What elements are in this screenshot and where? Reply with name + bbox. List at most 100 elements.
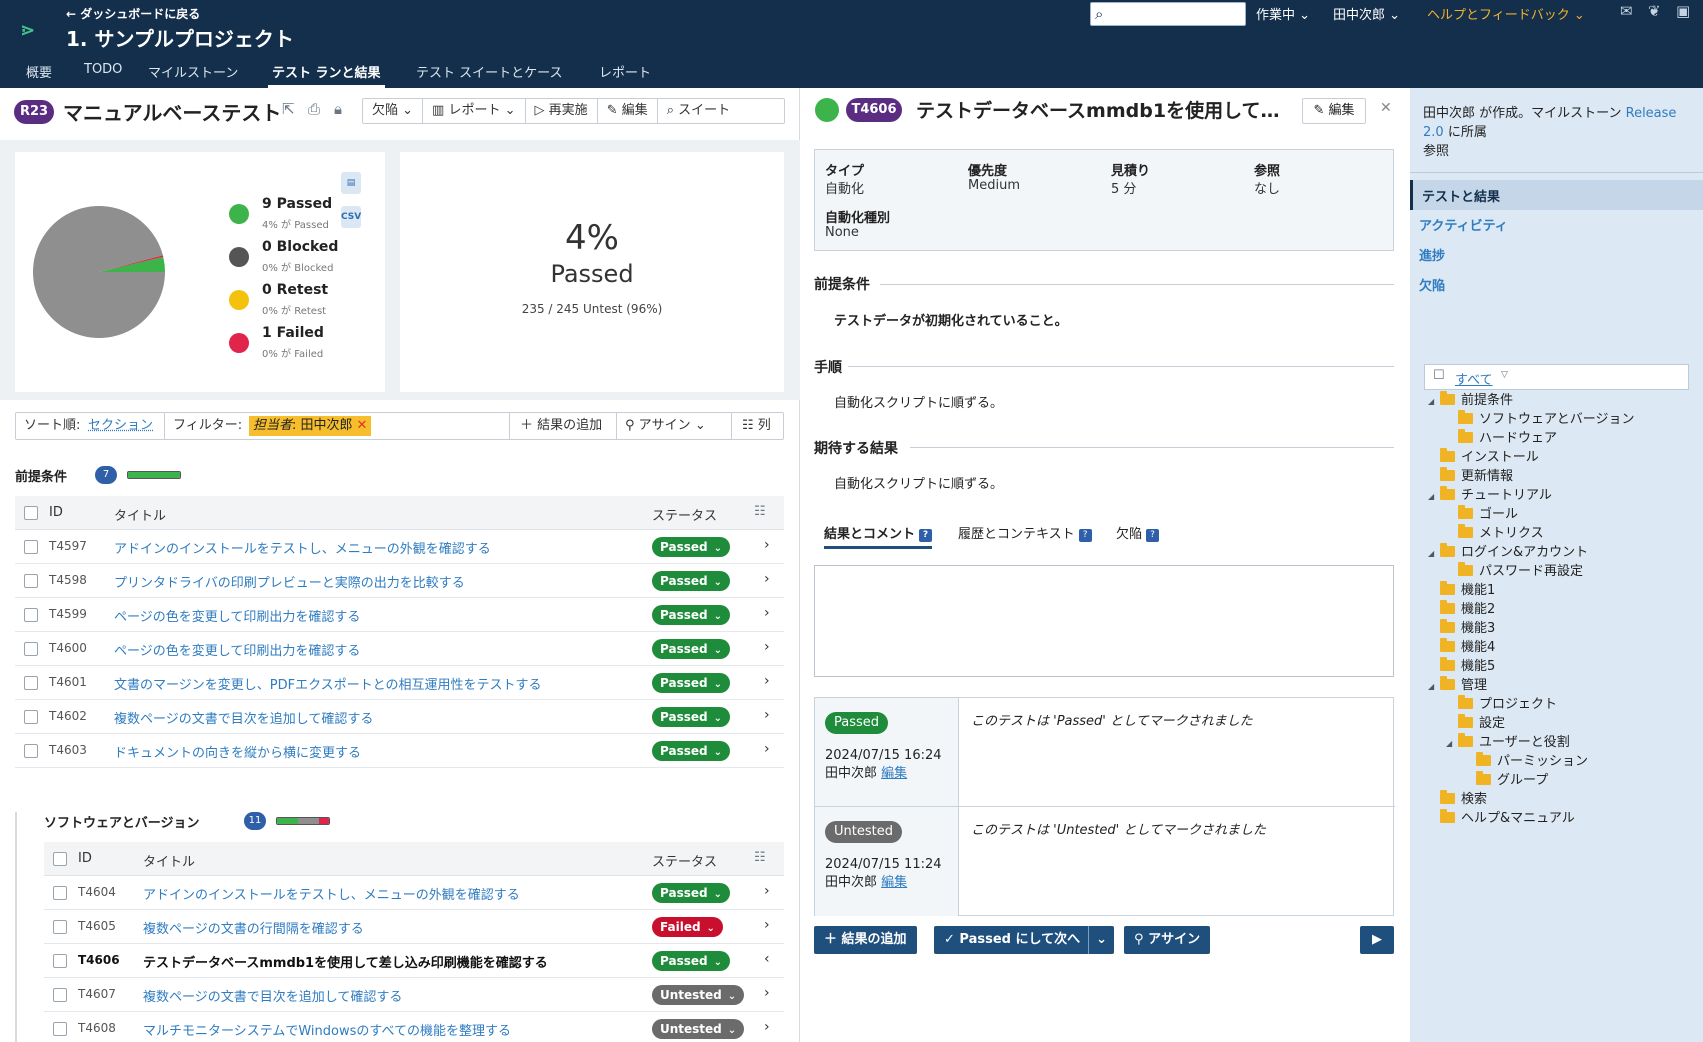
tree-node[interactable]: 更新情報: [1428, 467, 1513, 486]
test-title-link[interactable]: マルチモニターシステムでWindowsのすべての機能を整理する: [143, 1020, 511, 1039]
tab-defects[interactable]: 欠陥?: [1116, 523, 1160, 542]
status-dropdown[interactable]: Passed ⌄: [652, 639, 730, 659]
tree-node[interactable]: ◢ 管理: [1428, 676, 1487, 695]
column-status[interactable]: ステータス: [652, 505, 717, 524]
export-icon[interactable]: ⇱: [282, 100, 295, 118]
feed-icon[interactable]: ▣: [1676, 2, 1690, 20]
app-logo-icon[interactable]: ⋗: [20, 20, 40, 46]
tree-node[interactable]: 機能1: [1428, 581, 1495, 600]
sidebar-nav-progress[interactable]: 進捗: [1419, 245, 1445, 264]
test-title-link[interactable]: ドキュメントの向きを縦から横に変更する: [114, 742, 361, 761]
row-checkbox[interactable]: [24, 540, 38, 554]
row-checkbox[interactable]: [53, 920, 67, 934]
table-row[interactable]: T4597 アドインのインストールをテストし、メニューの外観を確認する Passed…: [15, 530, 784, 564]
collapse-icon[interactable]: ◢: [1428, 544, 1440, 563]
history-edit-link[interactable]: 編集: [881, 766, 907, 781]
select-all-checkbox[interactable]: [53, 852, 67, 866]
table-row[interactable]: T4605 複数ページの文書の行間隔を確認する Failed ⌄ ›: [44, 910, 784, 944]
chevron-right-icon[interactable]: ›: [764, 917, 770, 933]
tree-node[interactable]: ◢ ログイン&アカウント: [1428, 543, 1588, 562]
defects-dropdown[interactable]: 欠陥 ⌄: [363, 99, 424, 123]
status-dropdown[interactable]: Failed ⌄: [652, 917, 723, 937]
collapse-icon[interactable]: ◢: [1428, 487, 1440, 506]
tree-node[interactable]: インストール: [1428, 448, 1539, 467]
status-dropdown[interactable]: Passed ⌄: [652, 707, 730, 727]
tree-node[interactable]: ゴール: [1446, 505, 1518, 524]
sidebar-nav-tests[interactable]: テストと結果: [1422, 186, 1500, 205]
row-checkbox[interactable]: [53, 886, 67, 900]
help-icon[interactable]: ?: [1146, 529, 1160, 542]
tree-node[interactable]: メトリクス: [1446, 524, 1544, 543]
row-checkbox[interactable]: [24, 744, 38, 758]
status-dropdown[interactable]: Passed ⌄: [652, 571, 730, 591]
play-button[interactable]: ▶: [1360, 926, 1394, 954]
status-dropdown[interactable]: Passed ⌄: [652, 951, 730, 971]
row-checkbox[interactable]: [24, 676, 38, 690]
status-dropdown[interactable]: Untested ⌄: [652, 985, 745, 1005]
lock-icon[interactable]: 🔒︎: [334, 100, 342, 118]
edit-run-button[interactable]: ✎ 編集: [598, 99, 658, 123]
collapse-icon[interactable]: ◢: [1428, 392, 1440, 411]
mail-icon[interactable]: ✉: [1620, 2, 1633, 20]
chevron-left-icon[interactable]: ‹: [764, 951, 770, 967]
remove-filter-icon[interactable]: ✕: [357, 418, 368, 433]
tab-test-runs[interactable]: テスト ランと結果: [268, 60, 385, 88]
test-title-link[interactable]: 複数ページの文書で目次を追加して確認する: [114, 708, 373, 727]
tree-node[interactable]: 検索: [1428, 790, 1487, 809]
collapse-icon[interactable]: ◢: [1446, 734, 1458, 753]
tree-node[interactable]: 機能5: [1428, 657, 1495, 676]
table-row[interactable]: T4603 ドキュメントの向きを縦から横に変更する Passed ⌄ ›: [15, 734, 784, 768]
search-input[interactable]: ⌕: [1090, 2, 1246, 26]
sort-value-link[interactable]: セクション: [88, 413, 153, 439]
suite-button[interactable]: ⌕ スイート: [658, 99, 739, 123]
chevron-right-icon[interactable]: ›: [764, 883, 770, 899]
tree-node[interactable]: グループ: [1464, 771, 1548, 790]
table-row[interactable]: T4606 テストデータベースmmdb1を使用して差し込み印刷機能を確認する Pas…: [44, 944, 784, 978]
row-checkbox[interactable]: [24, 642, 38, 656]
status-dropdown[interactable]: Passed ⌄: [652, 741, 730, 761]
print-icon[interactable]: ⎙: [308, 100, 320, 118]
tree-node[interactable]: ◢ 前提条件: [1428, 391, 1513, 410]
chevron-right-icon[interactable]: ›: [764, 537, 770, 553]
chevron-right-icon[interactable]: ›: [764, 741, 770, 757]
chevron-right-icon[interactable]: ›: [764, 639, 770, 655]
help-menu[interactable]: ヘルプとフィードバック ⌄: [1427, 4, 1585, 23]
column-options-icon[interactable]: ☷: [754, 850, 766, 865]
tree-node[interactable]: 機能2: [1428, 600, 1495, 619]
table-row[interactable]: T4598 プリンタドライバの印刷プレビューと実際の出力を比較する Passed ⌄ ›: [15, 564, 784, 598]
test-title-link[interactable]: 複数ページの文書で目次を追加して確認する: [143, 986, 402, 1005]
tree-node[interactable]: ハードウェア: [1446, 429, 1557, 448]
tree-node[interactable]: 機能4: [1428, 638, 1495, 657]
table-row[interactable]: T4602 複数ページの文書で目次を追加して確認する Passed ⌄ ›: [15, 700, 784, 734]
row-checkbox[interactable]: [53, 954, 67, 968]
sidebar-nav-defects[interactable]: 欠陥: [1419, 275, 1445, 294]
sidebar-nav-activity[interactable]: アクティビティ: [1419, 215, 1508, 234]
report-dropdown[interactable]: ▥ レポート ⌄: [423, 99, 526, 123]
row-checkbox[interactable]: [53, 1022, 67, 1036]
row-checkbox[interactable]: [24, 608, 38, 622]
column-status[interactable]: ステータス: [652, 851, 717, 870]
test-title-link[interactable]: 文書のマージンを変更し、PDFエクスポートとの相互運用性をテストする: [114, 674, 542, 693]
chevron-right-icon[interactable]: ›: [764, 571, 770, 587]
tree-node[interactable]: ヘルプ&マニュアル: [1428, 809, 1575, 828]
select-all-checkbox[interactable]: [24, 506, 38, 520]
download-csv-icon[interactable]: CSV: [341, 206, 361, 228]
test-title-link[interactable]: プリンタドライバの印刷プレビューと実際の出力を比較する: [114, 572, 465, 591]
tab-overview[interactable]: 概要: [22, 60, 56, 88]
history-edit-link[interactable]: 編集: [881, 875, 907, 890]
test-title-link[interactable]: アドインのインストールをテストし、メニューの外観を確認する: [114, 538, 491, 557]
chevron-right-icon[interactable]: ›: [764, 1019, 770, 1035]
assign-dropdown[interactable]: ⚲ アサイン ⌄: [616, 413, 706, 439]
tab-milestones[interactable]: マイルストーン: [144, 60, 242, 88]
tree-filter-dropdown-icon[interactable]: ▽: [1501, 370, 1508, 380]
table-row[interactable]: T4607 複数ページの文書で目次を追加して確認する Untested ⌄ ›: [44, 978, 784, 1012]
column-title[interactable]: タイトル: [143, 851, 195, 870]
tab-todo[interactable]: TODO: [80, 60, 126, 88]
tree-filter[interactable]: ☐ すべて ▽: [1424, 364, 1689, 390]
table-row[interactable]: T4601 文書のマージンを変更し、PDFエクスポートとの相互運用性をテストする P…: [15, 666, 784, 700]
test-title-link[interactable]: ページの色を変更して印刷出力を確認する: [114, 606, 360, 625]
edit-test-button[interactable]: ✎ 編集: [1302, 98, 1366, 124]
rerun-button[interactable]: ▷ 再実施: [526, 99, 598, 123]
test-title-link[interactable]: テストデータベースmmdb1を使用して差し込み印刷機能を確認する: [143, 952, 548, 971]
status-dropdown[interactable]: Passed ⌄: [652, 537, 730, 557]
